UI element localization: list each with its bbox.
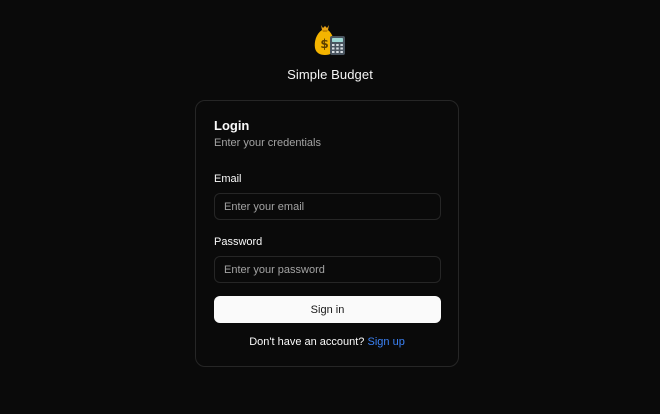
signup-prompt: Don't have an account? [249,336,365,348]
login-title: Login [214,118,250,133]
login-card: Login Enter your credentials Email Passw… [195,100,459,367]
sign-in-button[interactable]: Sign in [214,296,441,323]
email-field[interactable] [214,193,441,220]
svg-text:$: $ [320,37,328,51]
money-bag-calculator-icon: $ [314,25,345,55]
email-label: Email [214,173,242,185]
password-label: Password [214,236,263,248]
password-field[interactable] [214,256,441,283]
sign-up-link[interactable]: Sign up [368,336,405,348]
brand-header: $ Simple Budget [0,22,660,82]
login-page: $ Simple Budget Login Enter your credent… [0,0,660,414]
signup-row: Don't have an account? Sign up [196,336,458,348]
login-subtitle: Enter your credentials [214,137,321,149]
app-title: Simple Budget [287,67,373,82]
